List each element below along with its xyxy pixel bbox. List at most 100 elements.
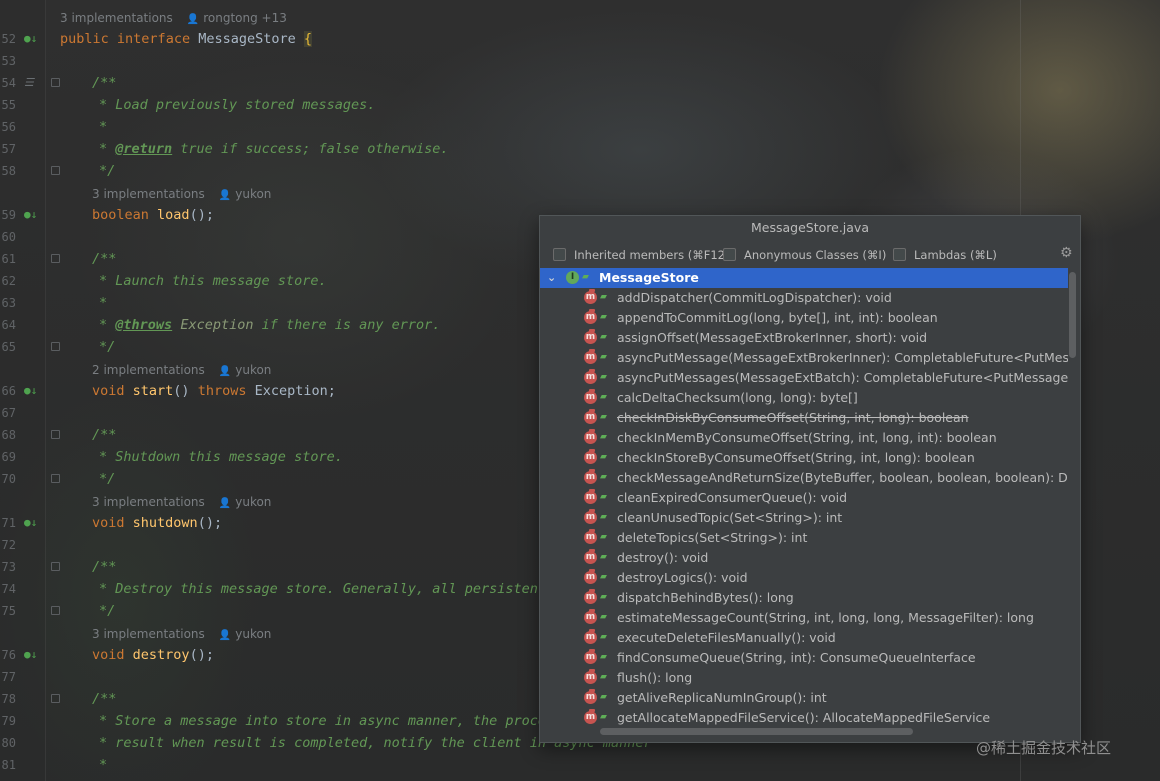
inherited-members-checkbox[interactable]: Inherited members (⌘F12) [553, 246, 729, 264]
tree-node-label[interactable]: addDispatcher(CommitLogDispatcher): void [617, 288, 892, 308]
code-line[interactable]: 55 * Load previously stored messages. [0, 94, 1160, 116]
tree-member-node[interactable]: m ▰ checkInMemByConsumeOffset(String, int,… [540, 428, 1068, 448]
implemented-gutter-icon[interactable]: ●↓ [24, 649, 37, 661]
checkbox-label[interactable]: Lambdas (⌘L) [914, 248, 997, 262]
implementations-count[interactable]: 3 implementations [60, 11, 173, 25]
checkbox-icon[interactable] [553, 248, 566, 261]
tree-member-node[interactable]: m ▰ estimateMessageCount(String, int, long… [540, 608, 1068, 628]
fold-marker[interactable] [51, 78, 60, 87]
checkbox-label[interactable]: Anonymous Classes (⌘I) [744, 248, 886, 262]
tree-node-label[interactable]: deleteTopics(Set<String>): int [617, 528, 807, 548]
implementations-count[interactable]: 3 implementations [92, 187, 205, 201]
author-label[interactable]: yukon [235, 187, 271, 201]
tree-member-node[interactable]: m ▰ checkInDiskByConsumeOffset(String, int… [540, 408, 1068, 428]
tree-node-label[interactable]: destroyLogics(): void [617, 568, 748, 588]
tree-node-label[interactable]: destroy(): void [617, 548, 708, 568]
tree-node-label[interactable]: findConsumeQueue(String, int): ConsumeQu… [617, 648, 976, 668]
tree-node-label[interactable]: cleanUnusedTopic(Set<String>): int [617, 508, 842, 528]
checkbox-icon[interactable] [723, 248, 736, 261]
popup-title[interactable]: MessageStore.java [540, 216, 1080, 240]
tree-node-label[interactable]: executeDeleteFilesManually(): void [617, 628, 836, 648]
tree-member-node[interactable]: m ▰ getAllocateMappedFileService(): Alloca… [540, 708, 1068, 728]
checkbox-label[interactable]: Inherited members (⌘F12) [574, 248, 729, 262]
tree-node-label[interactable]: getAllocateMappedFileService(): Allocate… [617, 708, 990, 728]
tree-node-label[interactable]: asyncPutMessages(MessageExtBatch): Compl… [617, 368, 1068, 388]
fold-marker[interactable] [51, 166, 60, 175]
structure-tree[interactable]: ⌄ I ▰ MessageStore m ▰ addDispatcher(Commi… [540, 268, 1068, 728]
tree-member-node[interactable]: m ▰ checkInStoreByConsumeOffset(String, in… [540, 448, 1068, 468]
tree-member-node[interactable]: m ▰ executeDeleteFilesManually(): void [540, 628, 1068, 648]
author-label[interactable]: rongtong +13 [203, 11, 287, 25]
tree-node-label[interactable]: calcDeltaChecksum(long, long): byte[] [617, 388, 858, 408]
implemented-gutter-icon[interactable]: ●↓ [24, 33, 37, 45]
file-structure-popup[interactable]: MessageStore.java Inherited members (⌘F1… [539, 215, 1081, 743]
tree-member-node[interactable]: m ▰ checkMessageAndReturnSize(ByteBuffer, … [540, 468, 1068, 488]
lambdas-checkbox[interactable]: Lambdas (⌘L) [893, 246, 997, 264]
fold-marker[interactable] [51, 342, 60, 351]
tree-member-node[interactable]: m ▰ destroy(): void [540, 548, 1068, 568]
tree-node-label[interactable]: dispatchBehindBytes(): long [617, 588, 794, 608]
implementations-count[interactable]: 3 implementations [92, 495, 205, 509]
code-line[interactable]: 57 * @return true if success; false othe… [0, 138, 1160, 160]
code-line[interactable]: 58 */ [0, 160, 1160, 182]
tree-member-node[interactable]: m ▰ findConsumeQueue(String, int): Consume… [540, 648, 1068, 668]
doc-reference[interactable]: Exception [180, 317, 253, 333]
code-line[interactable]: 53 [0, 50, 1160, 72]
implementations-count[interactable]: 2 implementations [92, 363, 205, 377]
tree-node-label[interactable]: assignOffset(MessageExtBrokerInner, shor… [617, 328, 927, 348]
fold-marker[interactable] [51, 474, 60, 483]
tree-node-label[interactable]: appendToCommitLog(long, byte[], int, int… [617, 308, 938, 328]
tree-member-node[interactable]: m ▰ addDispatcher(CommitLogDispatcher): vo… [540, 288, 1068, 308]
tree-member-node[interactable]: m ▰ asyncPutMessages(MessageExtBatch): Com… [540, 368, 1068, 388]
tree-node-label[interactable]: MessageStore [599, 268, 699, 288]
implemented-gutter-icon[interactable]: ●↓ [24, 209, 37, 221]
tree-node-label[interactable]: flush(): long [617, 668, 692, 688]
implemented-gutter-icon[interactable]: ●↓ [24, 385, 37, 397]
anonymous-classes-checkbox[interactable]: Anonymous Classes (⌘I) [723, 246, 886, 264]
doc-comment: * Destroy this message store. Generally,… [99, 581, 547, 597]
fold-marker[interactable] [51, 430, 60, 439]
tree-member-node[interactable]: m ▰ appendToCommitLog(long, byte[], int, i… [540, 308, 1068, 328]
tree-member-node[interactable]: m ▰ cleanExpiredConsumerQueue(): void [540, 488, 1068, 508]
author-label[interactable]: yukon [235, 363, 271, 377]
chevron-down-icon[interactable]: ⌄ [547, 268, 556, 288]
tree-node-label[interactable]: estimateMessageCount(String, int, long, … [617, 608, 1034, 628]
tree-member-node[interactable]: m ▰ dispatchBehindBytes(): long [540, 588, 1068, 608]
vertical-scrollbar[interactable] [1069, 272, 1076, 358]
tree-node-label[interactable]: checkInMemByConsumeOffset(String, int, l… [617, 428, 997, 448]
code-line[interactable]: 56 * [0, 116, 1160, 138]
tree-node-label[interactable]: checkMessageAndReturnSize(ByteBuffer, bo… [617, 468, 1068, 488]
tree-member-node[interactable]: m ▰ asyncPutMessage(MessageExtBrokerInner)… [540, 348, 1068, 368]
doc-text: if there is any error. [253, 317, 441, 333]
tree-member-node[interactable]: m ▰ flush(): long [540, 668, 1068, 688]
tree-member-node[interactable]: m ▰ calcDeltaChecksum(long, long): byte[] [540, 388, 1068, 408]
implementations-count[interactable]: 3 implementations [92, 627, 205, 641]
line-number: 78 [1, 692, 16, 706]
tree-member-node[interactable]: m ▰ destroyLogics(): void [540, 568, 1068, 588]
tree-root-node[interactable]: ⌄ I ▰ MessageStore [540, 268, 1068, 288]
code-line[interactable]: 52 ●↓ public interface MessageStore { [0, 28, 1160, 50]
tree-member-node[interactable]: m ▰ getAliveReplicaNumInGroup(): int [540, 688, 1068, 708]
fold-marker[interactable] [51, 562, 60, 571]
author-label[interactable]: yukon [235, 495, 271, 509]
tree-node-label[interactable]: getAliveReplicaNumInGroup(): int [617, 688, 827, 708]
render-doc-icon[interactable]: ☰ [24, 77, 34, 89]
fold-marker[interactable] [51, 606, 60, 615]
checkbox-icon[interactable] [893, 248, 906, 261]
horizontal-scrollbar[interactable] [600, 728, 913, 735]
implemented-gutter-icon[interactable]: ●↓ [24, 517, 37, 529]
tree-node-label[interactable]: checkInStoreByConsumeOffset(String, int,… [617, 448, 975, 468]
tree-node-label[interactable]: asyncPutMessage(MessageExtBrokerInner): … [617, 348, 1068, 368]
author-label[interactable]: yukon [235, 627, 271, 641]
fold-marker[interactable] [51, 254, 60, 263]
punctuation: () [173, 383, 190, 399]
tree-member-node[interactable]: m ▰ cleanUnusedTopic(Set<String>): int [540, 508, 1068, 528]
code-line[interactable]: 54 ☰ /** [0, 72, 1160, 94]
abstract-method-icon: m [584, 629, 597, 644]
gear-icon[interactable]: ⚙ [1060, 245, 1073, 261]
tree-node-label[interactable]: checkInDiskByConsumeOffset(String, int, … [617, 408, 969, 428]
tree-member-node[interactable]: m ▰ assignOffset(MessageExtBrokerInner, sh… [540, 328, 1068, 348]
tree-member-node[interactable]: m ▰ deleteTopics(Set<String>): int [540, 528, 1068, 548]
tree-node-label[interactable]: cleanExpiredConsumerQueue(): void [617, 488, 847, 508]
fold-marker[interactable] [51, 694, 60, 703]
